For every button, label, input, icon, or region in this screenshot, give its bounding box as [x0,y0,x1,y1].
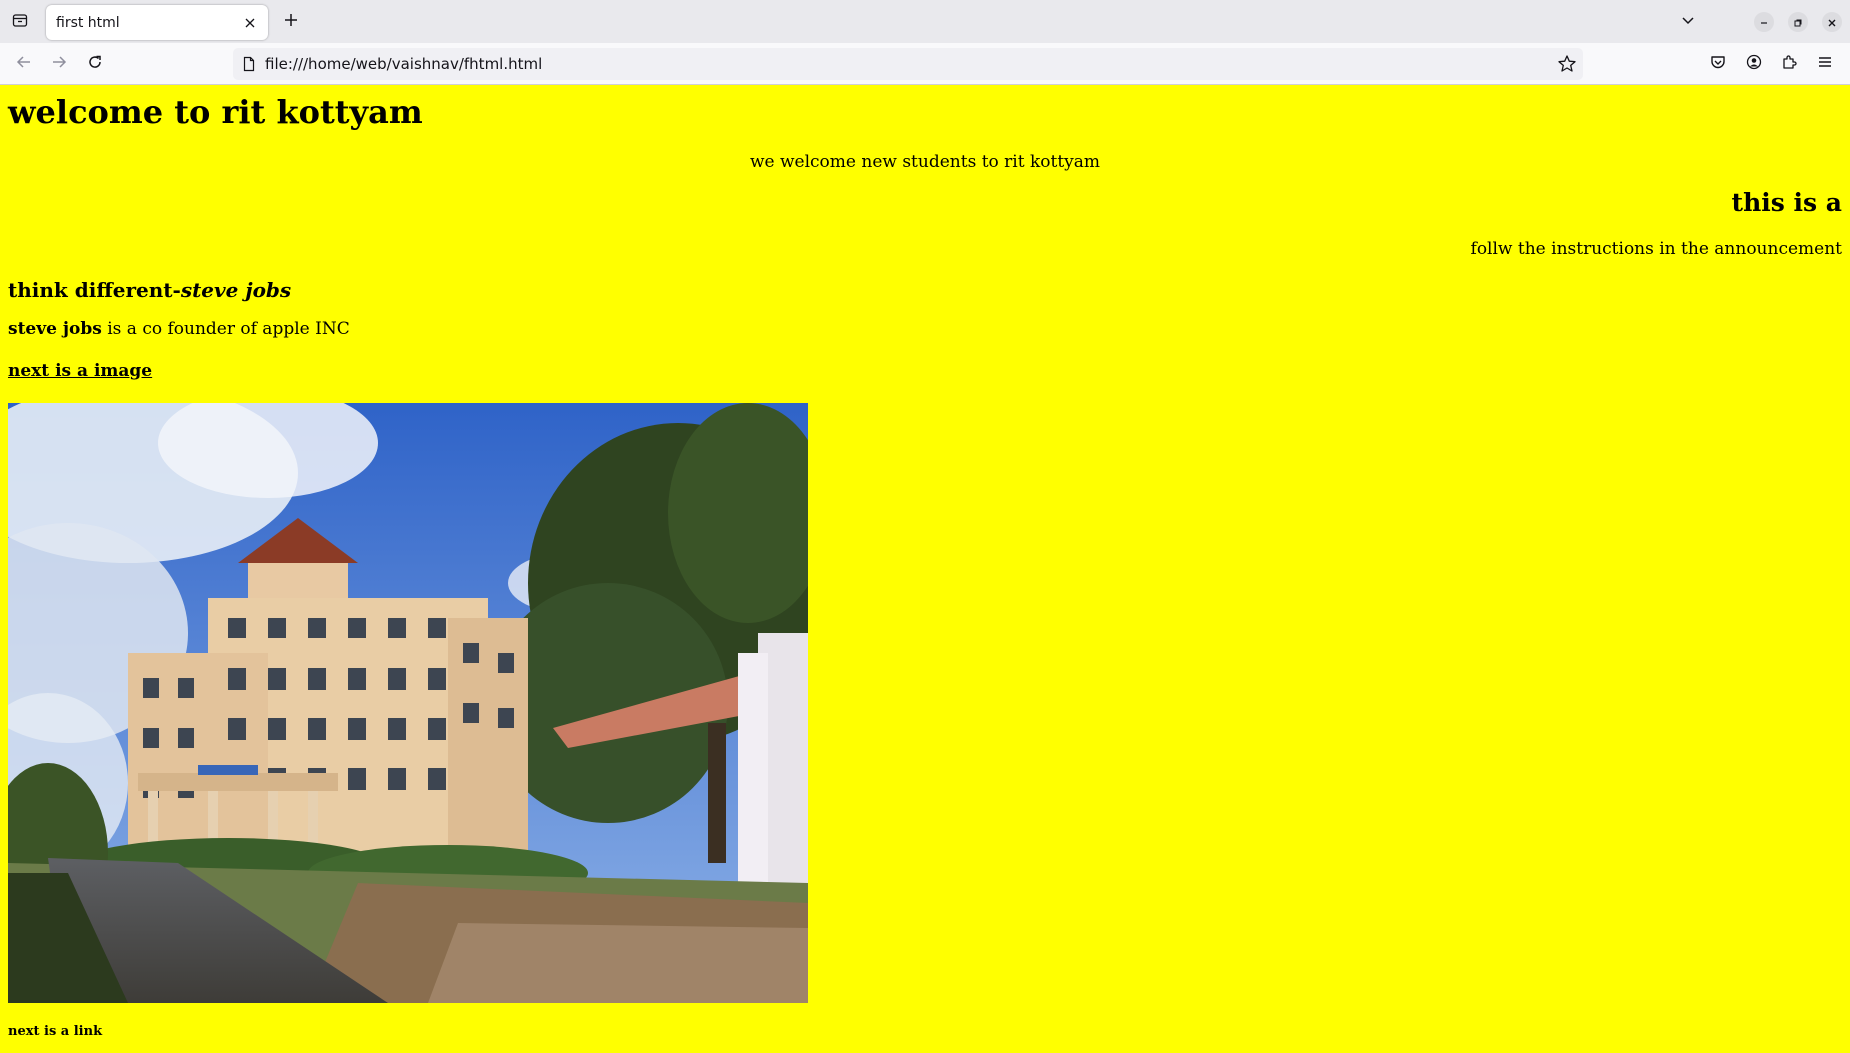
tab-list-button[interactable] [8,10,32,34]
active-tab[interactable]: first html [46,5,268,40]
close-window-icon [1827,13,1837,32]
url-text[interactable]: file:///home/web/vaishnav/fhtml.html [265,48,542,80]
arrow-right-icon [51,54,67,74]
bio-text: is a co founder of apple INC [101,319,350,339]
star-icon[interactable] [1557,54,1577,74]
quote-text: think different- [8,278,181,302]
chevron-down-icon [1680,12,1696,32]
new-tab-button[interactable] [279,10,303,34]
quote-author: steve jobs [180,278,292,302]
account-button[interactable] [1741,51,1767,77]
puzzle-icon [1781,54,1797,74]
bio-name: steve jobs [8,319,102,339]
next-link-label: next is a link [8,1024,103,1039]
restore-button[interactable] [1788,12,1808,32]
arrow-left-icon [16,54,32,74]
reload-icon [87,54,103,74]
account-icon [1746,54,1762,74]
plus-icon [283,12,299,32]
tab-bar: first html [0,0,1850,43]
extensions-button[interactable] [1776,51,1802,77]
page-icon [241,56,257,72]
list-all-tabs-button[interactable] [1676,10,1700,34]
close-icon[interactable] [240,13,260,33]
hamburger-icon [1817,54,1833,74]
restore-icon [1793,13,1803,32]
page-heading: welcome to rit kottyam [8,93,423,131]
app-menu-button[interactable] [1812,51,1838,77]
college-photo [8,403,808,1003]
quote-heading: think different-steve jobs [8,278,291,302]
tab-list-icon [12,12,28,32]
close-window-button[interactable] [1822,12,1842,32]
welcome-paragraph: we welcome new students to rit kottyam [749,152,1101,172]
right-heading: this is a [1731,188,1842,217]
forward-button[interactable] [46,51,72,77]
minimize-button[interactable] [1754,12,1774,32]
bio-paragraph: steve jobs is a co founder of apple INC [8,319,350,339]
instructions-paragraph: follw the instructions in the announceme… [1470,239,1842,259]
back-button[interactable] [11,51,37,77]
minimize-icon [1759,13,1769,32]
navigation-bar: file:///home/web/vaishnav/fhtml.html [0,43,1850,85]
tab-title: first html [56,14,120,31]
reload-button[interactable] [82,51,108,77]
pocket-icon [1710,54,1726,74]
url-bar[interactable]: file:///home/web/vaishnav/fhtml.html [233,48,1583,80]
next-image-label: next is a image [8,361,153,381]
pocket-button[interactable] [1705,51,1731,77]
page-content: welcome to rit kottyam we welcome new st… [0,85,1850,1053]
